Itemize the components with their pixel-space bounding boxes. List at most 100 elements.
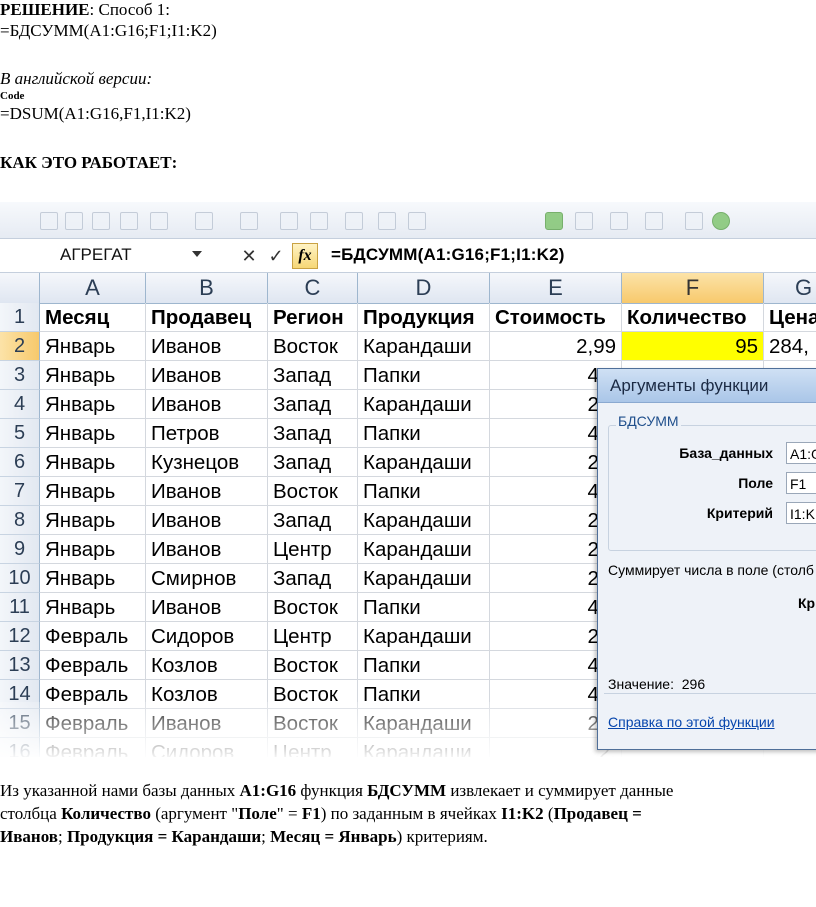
toolbar-icon[interactable] — [345, 212, 363, 230]
chevron-down-icon[interactable] — [192, 251, 202, 257]
table-cell[interactable]: Восток — [268, 332, 358, 361]
row-header[interactable]: 5 — [0, 419, 40, 448]
table-cell[interactable]: Запад — [268, 419, 358, 448]
table-cell[interactable]: Карандаши — [358, 622, 490, 651]
table-cell[interactable]: Папки — [358, 361, 490, 390]
table-cell[interactable]: Карандаши — [358, 564, 490, 593]
table-cell[interactable]: Запад — [268, 564, 358, 593]
cancel-icon[interactable]: ✕ — [238, 245, 260, 267]
table-cell[interactable]: Январь — [40, 477, 146, 506]
column-title-cell[interactable]: Количество — [622, 303, 764, 332]
table-cell[interactable]: Январь — [40, 332, 146, 361]
column-title-cell[interactable]: Стоимость — [490, 303, 622, 332]
table-cell[interactable]: Иванов — [146, 361, 268, 390]
toolbar-icon[interactable] — [120, 212, 138, 230]
table-cell[interactable]: Февраль — [40, 622, 146, 651]
toolbar-icon[interactable] — [685, 212, 703, 230]
table-cell[interactable]: Январь — [40, 593, 146, 622]
table-cell[interactable]: Центр — [268, 622, 358, 651]
column-title-cell[interactable]: Месяц — [40, 303, 146, 332]
table-cell[interactable]: Январь — [40, 419, 146, 448]
table-cell[interactable]: Восток — [268, 593, 358, 622]
table-cell[interactable]: Папки — [358, 419, 490, 448]
table-cell[interactable]: Петров — [146, 419, 268, 448]
row-header[interactable]: 3 — [0, 361, 40, 390]
table-cell[interactable]: Иванов — [146, 535, 268, 564]
column-header-e[interactable]: E — [490, 273, 622, 303]
row-header[interactable]: 8 — [0, 506, 40, 535]
table-cell[interactable]: Иванов — [146, 390, 268, 419]
table-cell[interactable]: Карандаши — [358, 535, 490, 564]
check-icon[interactable]: ✓ — [265, 245, 287, 267]
toolbar-icon[interactable] — [575, 212, 593, 230]
table-cell[interactable]: Январь — [40, 535, 146, 564]
name-box[interactable]: АГРЕГАТ — [45, 242, 205, 268]
table-cell[interactable]: Центр — [268, 535, 358, 564]
table-cell[interactable]: Запад — [268, 506, 358, 535]
table-cell[interactable]: Запад — [268, 390, 358, 419]
column-header-a[interactable]: A — [40, 273, 146, 303]
row-header[interactable]: 6 — [0, 448, 40, 477]
toolbar-icon[interactable] — [240, 212, 258, 230]
column-header-c[interactable]: C — [268, 273, 358, 303]
column-header-d[interactable]: D — [358, 273, 490, 303]
table-cell[interactable]: Сидоров — [146, 622, 268, 651]
table-cell[interactable]: Смирнов — [146, 564, 268, 593]
table-cell[interactable]: Февраль — [40, 651, 146, 680]
table-cell[interactable]: Иванов — [146, 332, 268, 361]
table-cell[interactable]: Папки — [358, 477, 490, 506]
formula-input[interactable]: =БДСУММ(A1:G16;F1;I1:K2) — [331, 242, 565, 268]
circle-icon[interactable] — [712, 212, 730, 230]
toolbar-icon[interactable] — [92, 212, 110, 230]
table-cell[interactable]: Запад — [268, 448, 358, 477]
table-cell[interactable]: Кузнецов — [146, 448, 268, 477]
insert-function-button[interactable]: fx — [292, 243, 318, 269]
row-header[interactable]: 10 — [0, 564, 40, 593]
table-cell[interactable]: Восток — [268, 477, 358, 506]
row-header[interactable]: 12 — [0, 622, 40, 651]
table-cell[interactable]: Январь — [40, 361, 146, 390]
toolbar-icon[interactable] — [610, 212, 628, 230]
row-header[interactable]: 4 — [0, 390, 40, 419]
arg-input-criteria[interactable]: I1:K — [786, 502, 816, 524]
column-header-b[interactable]: B — [146, 273, 268, 303]
row-header[interactable]: 1 — [0, 303, 40, 332]
arg-input-field[interactable]: F1 — [786, 472, 816, 494]
row-header[interactable]: 9 — [0, 535, 40, 564]
column-header-f[interactable]: F — [622, 273, 764, 303]
table-cell[interactable]: Карандаши — [358, 332, 490, 361]
row-header[interactable]: 13 — [0, 651, 40, 680]
toolbar-icon[interactable] — [310, 212, 328, 230]
row-header[interactable]: 2 — [0, 332, 40, 361]
table-cell[interactable]: Карандаши — [358, 506, 490, 535]
toolbar-icon[interactable] — [645, 212, 663, 230]
table-cell[interactable]: Запад — [268, 361, 358, 390]
column-title-cell[interactable]: Продукция — [358, 303, 490, 332]
table-cell[interactable]: 2,99 — [490, 332, 622, 361]
toolbar-icon[interactable] — [65, 212, 83, 230]
table-cell[interactable]: Январь — [40, 390, 146, 419]
table-cell[interactable]: Январь — [40, 564, 146, 593]
table-cell[interactable]: Январь — [40, 448, 146, 477]
toolbar-icon[interactable] — [408, 212, 426, 230]
column-title-cell[interactable]: Цена — [764, 303, 816, 332]
toolbar-icon[interactable] — [40, 212, 58, 230]
arg-input-database[interactable]: A1:G — [786, 442, 816, 464]
table-cell[interactable]: 284, — [764, 332, 816, 361]
toolbar-icon[interactable] — [280, 212, 298, 230]
table-cell[interactable]: 95 — [622, 332, 764, 361]
table-cell[interactable]: Январь — [40, 506, 146, 535]
column-header-g[interactable]: G — [764, 273, 816, 303]
redo-icon[interactable] — [195, 212, 213, 230]
row-header[interactable]: 7 — [0, 477, 40, 506]
arrow-icon[interactable] — [545, 212, 563, 230]
table-cell[interactable]: Папки — [358, 651, 490, 680]
table-cell[interactable]: Карандаши — [358, 448, 490, 477]
table-cell[interactable]: Иванов — [146, 477, 268, 506]
corner-select-all[interactable] — [0, 273, 40, 303]
help-link[interactable]: Справка по этой функции — [608, 714, 775, 730]
table-cell[interactable]: Папки — [358, 593, 490, 622]
column-title-cell[interactable]: Продавец — [146, 303, 268, 332]
toolbar-icon[interactable] — [378, 212, 396, 230]
table-cell[interactable]: Карандаши — [358, 390, 490, 419]
